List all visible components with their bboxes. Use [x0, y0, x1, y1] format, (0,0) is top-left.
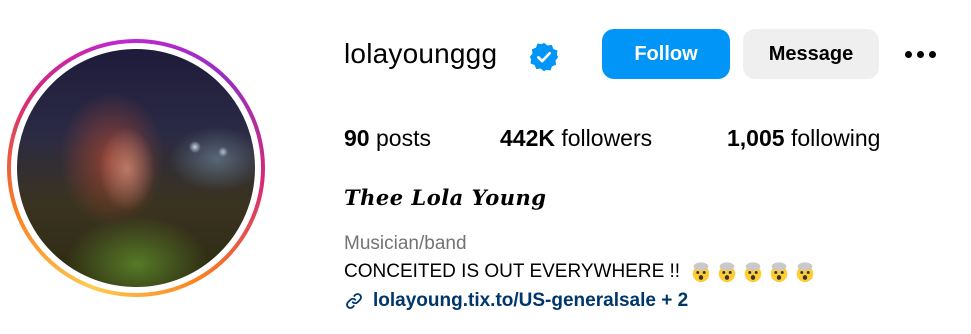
exploding-head-emoji: [718, 262, 736, 283]
avatar-gap: [11, 43, 261, 293]
more-dot: [905, 50, 912, 58]
profile-link[interactable]: lolayoung.tix.to/US-generalsale + 2: [344, 290, 688, 312]
profile-bio: CONCEITED IS OUT EVERYWHERE !!: [344, 261, 816, 283]
story-ring[interactable]: [7, 39, 265, 297]
more-dot: [917, 50, 924, 58]
profile-category: Musician/band: [344, 233, 467, 254]
bio-text: CONCEITED IS OUT EVERYWHERE !!: [344, 261, 681, 282]
exploding-head-emoji: [692, 262, 710, 283]
exploding-head-emoji: [744, 262, 762, 283]
profile-avatar[interactable]: [17, 49, 255, 287]
followers-label: followers: [561, 125, 653, 151]
exploding-head-emoji: [796, 262, 814, 283]
posts-count: 90: [344, 125, 370, 151]
profile-full-name: Thee Lola Young: [344, 185, 547, 210]
following-stat[interactable]: 1,005 following: [727, 125, 880, 152]
posts-label: posts: [375, 125, 431, 151]
follow-button[interactable]: Follow: [602, 29, 730, 79]
following-label: following: [790, 125, 881, 151]
message-button[interactable]: Message: [743, 29, 879, 79]
more-options-icon[interactable]: [905, 46, 941, 62]
profile-link-text[interactable]: lolayoung.tix.to/US-generalsale + 2: [373, 290, 688, 312]
more-dot: [929, 50, 936, 58]
link-icon: [346, 293, 362, 309]
following-count: 1,005: [727, 125, 785, 151]
followers-stat[interactable]: 442K followers: [500, 125, 652, 152]
posts-stat: 90 posts: [344, 125, 431, 152]
verified-badge-icon: [529, 42, 559, 72]
followers-count: 442K: [500, 125, 555, 151]
exploding-head-emoji: [770, 262, 788, 283]
profile-username: lolayounggg: [344, 38, 498, 69]
